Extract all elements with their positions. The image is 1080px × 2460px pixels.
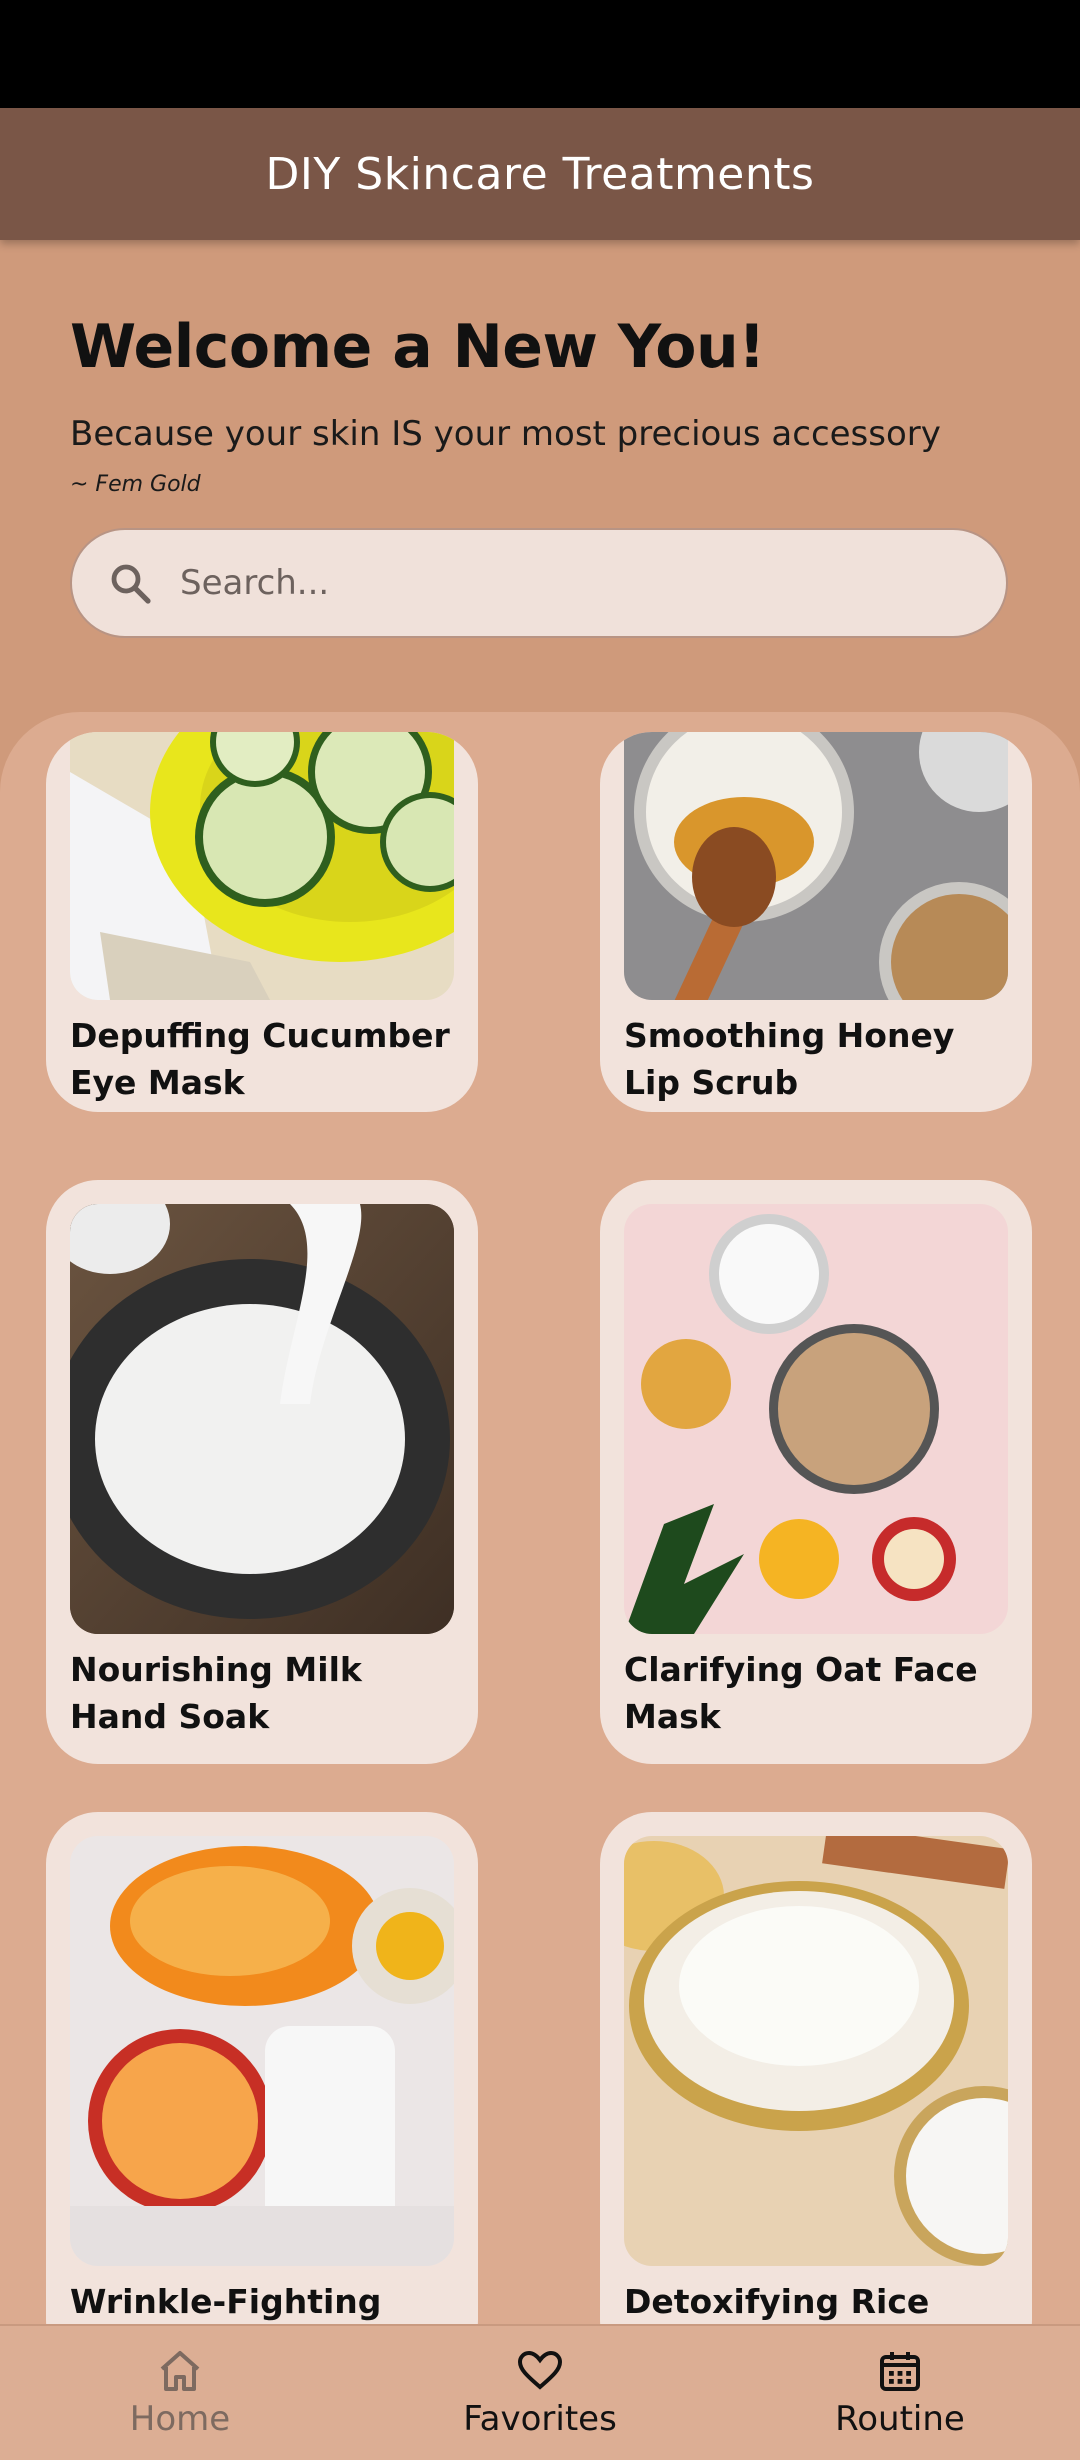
treatment-card[interactable]: Detoxifying Rice Ginger — [600, 1812, 1032, 2328]
nav-favorites[interactable]: Favorites — [390, 2347, 690, 2439]
search-input[interactable] — [180, 563, 940, 603]
treatment-title: Nourishing Milk Hand Soak — [70, 1650, 362, 1736]
rice-image — [624, 1836, 1008, 2266]
treatment-card[interactable]: Nourishing Milk Hand Soak — [46, 1180, 478, 1764]
nav-routine[interactable]: Routine — [750, 2347, 1050, 2439]
treatment-card[interactable]: Wrinkle-Fighting — [46, 1812, 478, 2328]
treatment-grid: Depuffing Cucumber Eye Mask Smoothing Ho… — [0, 712, 1080, 2328]
welcome-title: Welcome a New You! — [70, 312, 766, 382]
milk-image — [70, 1204, 454, 1634]
status-bar — [0, 0, 1080, 108]
heart-icon — [517, 2350, 563, 2390]
treatment-card[interactable]: Depuffing Cucumber Eye Mask — [46, 732, 478, 1112]
search-bar[interactable] — [70, 528, 1008, 638]
treatment-card[interactable]: Clarifying Oat Face Mask — [600, 1180, 1032, 1764]
oat-image — [624, 1204, 1008, 1634]
welcome-subtitle: Because your skin IS your most precious … — [70, 414, 941, 454]
papaya-image — [70, 1836, 454, 2266]
search-icon — [111, 564, 151, 604]
treatment-title: Wrinkle-Fighting — [70, 2282, 382, 2321]
home-icon — [160, 2351, 200, 2391]
calendar-icon — [880, 2352, 920, 2391]
cucumber-image — [70, 732, 454, 1000]
nav-home[interactable]: Home — [30, 2347, 330, 2439]
nav-home-label: Home — [129, 2399, 231, 2439]
treatment-title: Depuffing Cucumber Eye Mask — [70, 1016, 450, 1102]
treatment-title: Clarifying Oat Face Mask — [624, 1650, 978, 1736]
quote-author: ~ Fem Gold — [70, 472, 201, 497]
bottom-navigation: Home Favorites Routine — [0, 2324, 1080, 2460]
nav-routine-label: Routine — [835, 2399, 965, 2439]
nav-favorites-label: Favorites — [463, 2399, 617, 2439]
honey-image — [624, 732, 1008, 1000]
app-title: DIY Skincare Treatments — [265, 148, 815, 200]
treatment-title: Smoothing Honey Lip Scrub — [624, 1016, 955, 1102]
treatment-card[interactable]: Smoothing Honey Lip Scrub — [600, 732, 1032, 1112]
app-bar: DIY Skincare Treatments — [0, 108, 1080, 240]
treatment-title: Detoxifying Rice Ginger — [624, 2282, 930, 2321]
